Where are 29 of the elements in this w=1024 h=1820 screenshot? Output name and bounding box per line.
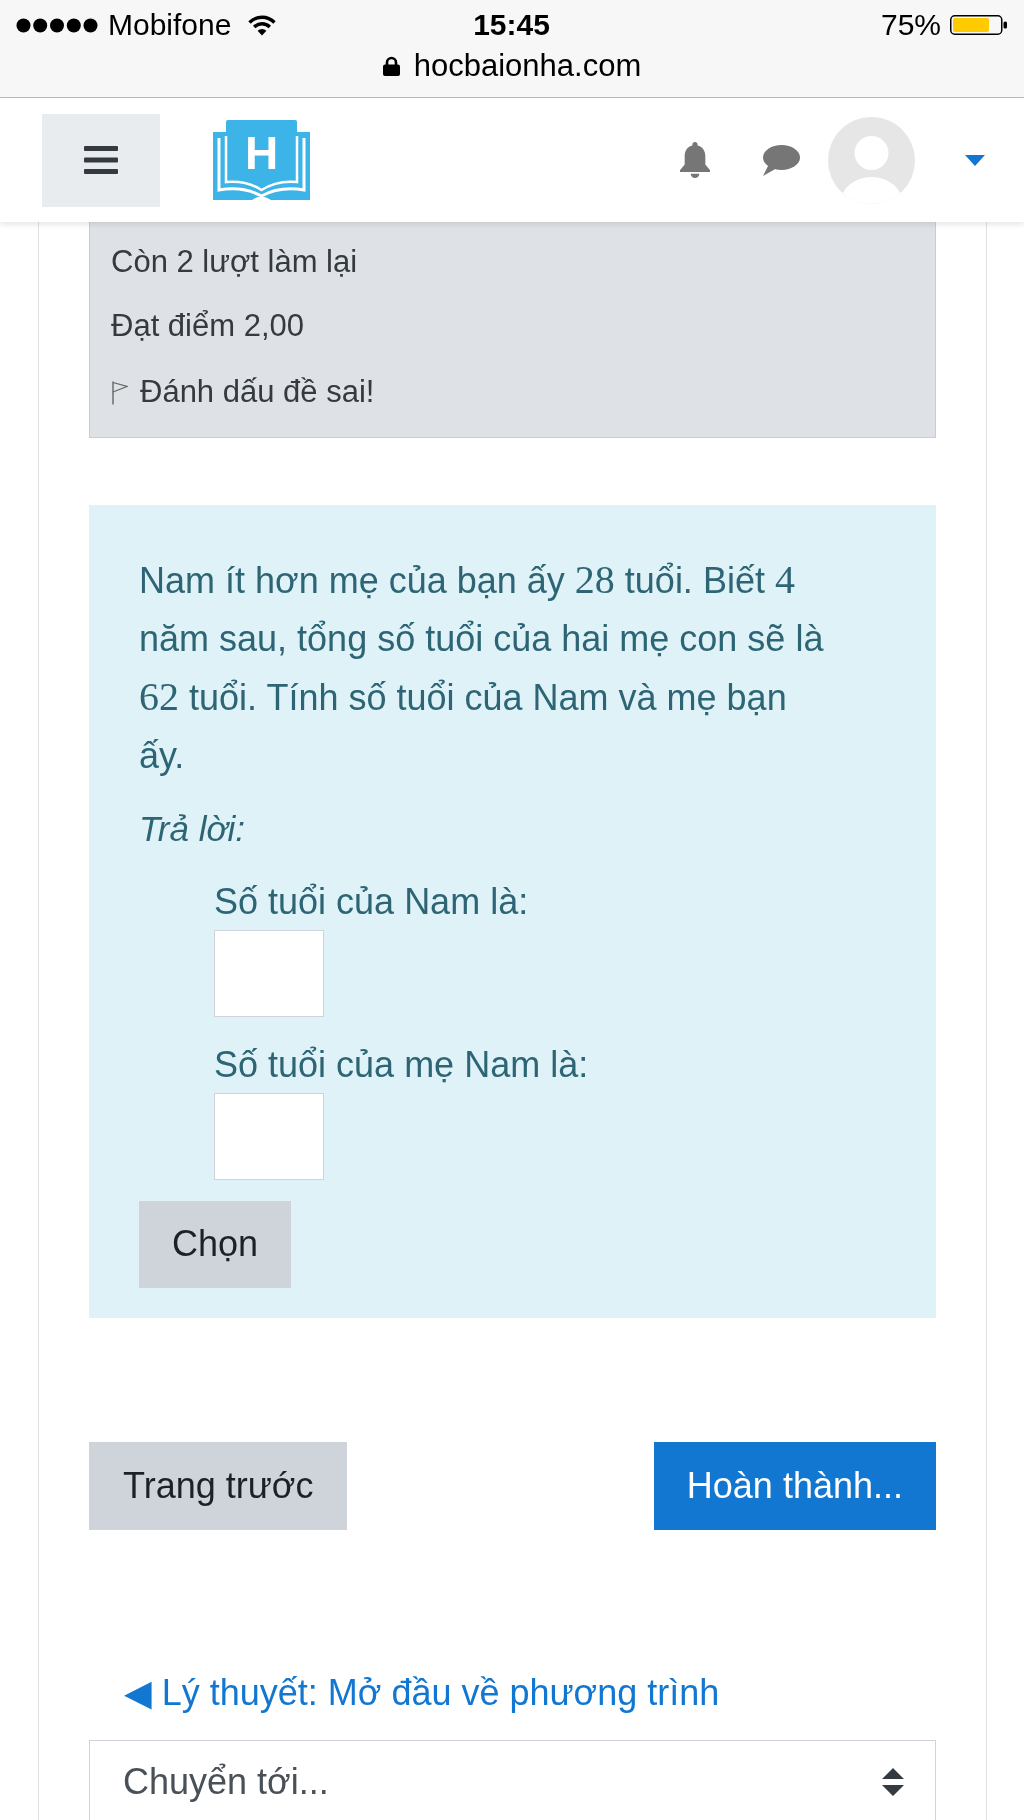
jump-to-select[interactable]: Chuyển tới...	[89, 1739, 936, 1820]
sort-arrows-icon	[882, 1768, 904, 1796]
answer-input[interactable]	[214, 1092, 324, 1180]
battery-icon	[950, 15, 1007, 35]
answer-input[interactable]	[214, 929, 324, 1017]
flag-question-link[interactable]: Đánh dấu đề sai!	[111, 372, 375, 412]
lock-icon	[382, 56, 400, 76]
clock-time: 15:45	[473, 7, 550, 43]
answer-label: Số tuổi của mẹ Nam là:	[214, 1042, 590, 1087]
wifi-icon	[247, 14, 278, 36]
question-text: Nam ít hơn mẹ của bạn ấy 28 tuổi. Biết 4 năm sau, tổng số tuổi của hai mẹ con sẽ là 62 tuổi. Tính số tuổi của Nam và mẹ bạn ấy.	[139, 555, 825, 778]
menu-icon	[84, 146, 118, 174]
info-text: Đạt điểm 2,00	[111, 307, 305, 345]
chat-bubble-icon[interactable]	[760, 144, 800, 176]
bell-icon[interactable]	[678, 142, 712, 178]
signal-icon	[16, 17, 98, 33]
previous-activity-link[interactable]: ◀ Lý thuyết: Mở đầu về phương trình	[124, 1667, 720, 1718]
finish-attempt-button[interactable]: Hoàn thành...	[653, 1441, 936, 1530]
check-button[interactable]: Chọn	[139, 1200, 292, 1288]
battery-percentage: 75%	[880, 7, 941, 43]
info-text: Còn 2 lượt làm lại	[111, 243, 359, 281]
answer-label: Số tuổi của Nam là:	[214, 879, 530, 924]
flag-icon	[111, 379, 128, 405]
url-text[interactable]: hocbaionha.com	[413, 49, 642, 83]
answer-prompt: Trả lời:	[139, 807, 247, 850]
caret-down-icon[interactable]	[965, 154, 985, 166]
menu-button[interactable]	[42, 113, 160, 207]
carrier-name: Mobifone	[108, 7, 232, 43]
previous-page-button[interactable]: Trang trước	[89, 1441, 348, 1530]
